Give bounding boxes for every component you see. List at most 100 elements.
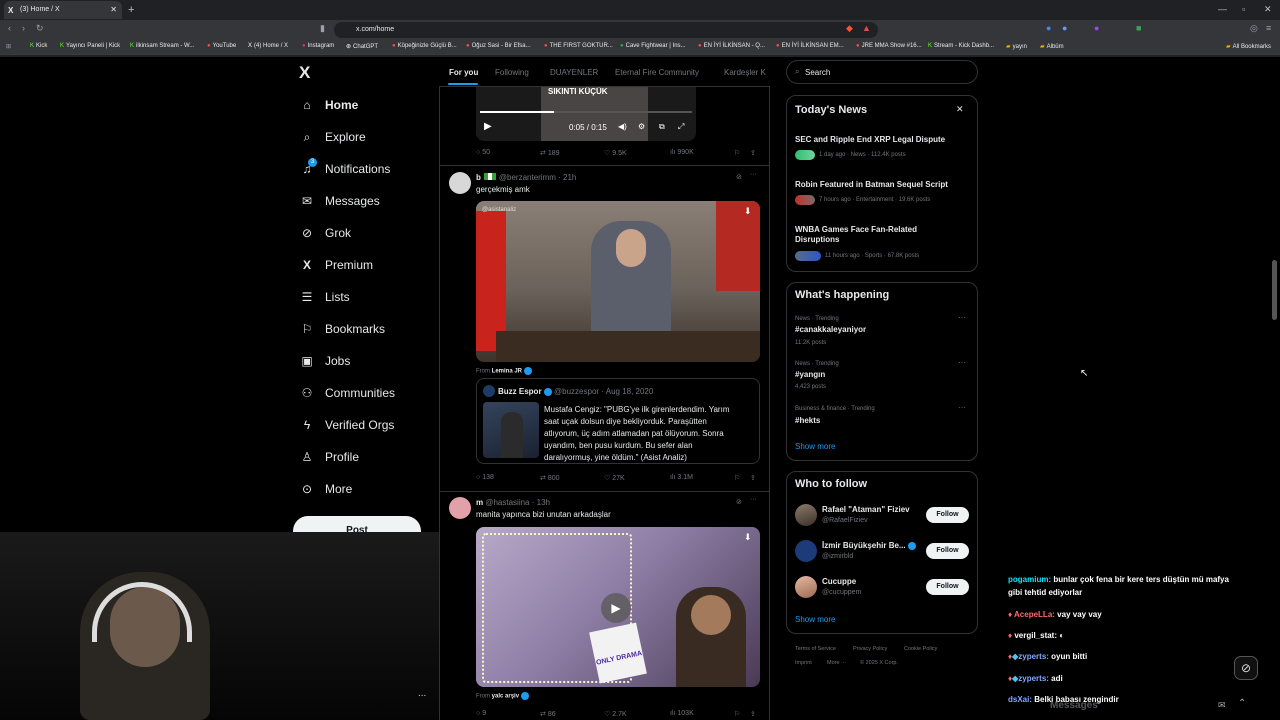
- view-count[interactable]: ılı 103K: [670, 710, 694, 717]
- fullscreen-icon[interactable]: ⤢: [678, 122, 684, 132]
- avatar[interactable]: [449, 497, 471, 519]
- grok-button[interactable]: ⊘: [1234, 656, 1258, 680]
- brave-shield-icon[interactable]: ◆: [846, 23, 853, 34]
- news-title[interactable]: WNBA Games Face Fan-Related Disruptions: [795, 225, 955, 245]
- nav-notifications[interactable]: ♫ 3 Notifications: [300, 158, 390, 179]
- bookmark-item[interactable]: ● EN İYİ İLKİNSAN - Q...: [698, 43, 765, 49]
- bookmark-item[interactable]: ● JRE MMA Show #16...: [856, 43, 922, 49]
- follow-button[interactable]: Follow: [926, 579, 969, 595]
- reload-icon[interactable]: ↻: [36, 23, 44, 34]
- share-icon[interactable]: ⇪: [750, 710, 756, 718]
- tab-for-you[interactable]: For you: [449, 68, 478, 77]
- extension-icon[interactable]: ●: [1046, 23, 1051, 33]
- quoted-thumbnail[interactable]: [483, 402, 539, 458]
- apps-icon[interactable]: ⊞: [6, 43, 11, 50]
- repost-count[interactable]: ⇄ 800: [540, 474, 560, 482]
- tweet-author[interactable]: m @hastasiina · 13h: [476, 498, 550, 507]
- close-icon[interactable]: ✕: [956, 104, 964, 115]
- like-count[interactable]: ♡ 27K: [604, 474, 625, 482]
- avatar[interactable]: [795, 504, 817, 526]
- bookmark-folder[interactable]: ▰ Albüm: [1040, 43, 1064, 50]
- address-bar[interactable]: x.com/home: [334, 22, 878, 38]
- play-icon[interactable]: ▶: [601, 593, 631, 623]
- bookmark-item[interactable]: ● Cave Fightwear | Ins...: [620, 43, 686, 49]
- bookmark-item[interactable]: ● Köpeğinizle Güçlü B...: [392, 43, 457, 49]
- footer-link[interactable]: Cookie Policy: [904, 646, 937, 652]
- compose-message-icon[interactable]: ✉: [1218, 700, 1226, 711]
- bookmark-icon[interactable]: ⚐: [734, 710, 740, 718]
- quoted-author[interactable]: Buzz Espor @buzzespor · Aug 18, 2020: [498, 387, 653, 396]
- more-dots-icon[interactable]: ...: [418, 688, 426, 699]
- back-icon[interactable]: ‹: [8, 23, 11, 33]
- nav-messages[interactable]: ✉ Messages: [300, 191, 380, 211]
- messages-drawer-title[interactable]: Messages: [1050, 700, 1098, 711]
- nav-bookmarks[interactable]: ⚐ Bookmarks: [300, 319, 385, 339]
- trend-tag[interactable]: #yangın: [795, 370, 955, 380]
- tweet-image[interactable]: @asistanaliz ⬇: [476, 201, 760, 362]
- reply-count[interactable]: ○ 138: [476, 474, 494, 481]
- bookmark-item[interactable]: ● Oğuz Sasi - Bir Efsa...: [466, 43, 531, 49]
- tab-kardesler[interactable]: Kardeşler K: [724, 68, 766, 77]
- bookmark-item[interactable]: Kilkinsam Stream - W...: [130, 43, 194, 49]
- tab-duayenler[interactable]: DUAYENLER: [550, 68, 598, 77]
- bookmark-item[interactable]: ● EN İYİ İLKİNSAN EM...: [776, 43, 844, 49]
- browser-tab[interactable]: X (3) Home / X ✕: [4, 1, 122, 19]
- wallet-icon[interactable]: ◎: [1250, 23, 1258, 34]
- footer-link[interactable]: More ···: [827, 660, 847, 666]
- bookmark-item[interactable]: K Yayıncı Paneli | Kick: [60, 43, 120, 49]
- tab-following[interactable]: Following: [495, 68, 529, 77]
- nav-home[interactable]: ⌂ Home: [300, 95, 358, 115]
- follow-button[interactable]: Follow: [926, 543, 969, 559]
- share-icon[interactable]: ⇪: [750, 474, 756, 482]
- news-title[interactable]: SEC and Ripple End XRP Legal Dispute: [795, 135, 955, 145]
- avatar[interactable]: [483, 385, 495, 397]
- view-count[interactable]: ılı 990K: [670, 149, 694, 156]
- menu-icon[interactable]: ≡: [1266, 23, 1271, 33]
- more-options-icon[interactable]: ···: [958, 358, 966, 367]
- download-icon[interactable]: ⬇: [744, 206, 752, 217]
- avatar[interactable]: [449, 172, 471, 194]
- avatar[interactable]: [795, 576, 817, 598]
- nav-grok[interactable]: ⊘ Grok: [300, 223, 351, 243]
- close-window-icon[interactable]: ✕: [1264, 4, 1272, 15]
- extension-icon[interactable]: ■: [1136, 23, 1141, 33]
- footer-link[interactable]: Terms of Service: [795, 646, 836, 652]
- settings-icon[interactable]: ⚙: [638, 122, 645, 131]
- bookmark-folder[interactable]: ▰ yayın: [1006, 43, 1027, 50]
- grok-icon[interactable]: ⊘: [736, 173, 742, 181]
- minimize-icon[interactable]: —: [1218, 4, 1227, 14]
- close-tab-icon[interactable]: ✕: [110, 5, 117, 14]
- view-count[interactable]: ılı 3.1M: [670, 474, 693, 481]
- search-input[interactable]: ⌕ Search: [786, 60, 978, 84]
- footer-link[interactable]: Imprint: [795, 660, 812, 666]
- repost-count[interactable]: ⇄ 189: [540, 149, 560, 157]
- more-options-icon[interactable]: ···: [958, 403, 966, 412]
- trend-tag[interactable]: #canakkaleyaniyor: [795, 325, 955, 335]
- tweet-video[interactable]: ONLY DRAMA ▶ ⬇: [476, 527, 760, 687]
- pip-icon[interactable]: ⧉: [659, 122, 665, 132]
- bookmark-item[interactable]: K Kick: [30, 43, 47, 49]
- bookmark-item[interactable]: ● YouTube: [207, 43, 236, 49]
- more-options-icon[interactable]: ···: [958, 313, 966, 322]
- play-icon[interactable]: ▶: [484, 121, 492, 132]
- nav-jobs[interactable]: ▣ Jobs: [300, 351, 350, 371]
- extension-icon[interactable]: ●: [1094, 23, 1099, 33]
- all-bookmarks[interactable]: ▰ All Bookmarks: [1226, 43, 1271, 50]
- avatar[interactable]: [795, 540, 817, 562]
- nav-communities[interactable]: ⚇ Communities: [300, 383, 395, 403]
- nav-explore[interactable]: ⌕ Explore: [300, 127, 366, 147]
- new-tab-icon[interactable]: +: [128, 4, 134, 16]
- nav-more[interactable]: ⊙ More: [300, 479, 352, 499]
- bookmark-item[interactable]: ⊛ ChatGPT: [346, 43, 378, 50]
- more-options-icon[interactable]: ···: [750, 171, 757, 178]
- bookmark-item[interactable]: ● Instagram: [302, 43, 334, 49]
- reply-count[interactable]: ○ 50: [476, 149, 490, 156]
- follow-button[interactable]: Follow: [926, 507, 969, 523]
- like-count[interactable]: ♡ 9.5K: [604, 149, 627, 157]
- share-icon[interactable]: ⇪: [750, 149, 756, 157]
- show-more-link[interactable]: Show more: [795, 615, 835, 624]
- footer-link[interactable]: Privacy Policy: [853, 646, 887, 652]
- brave-rewards-icon[interactable]: ▲: [862, 23, 871, 33]
- page-scrollbar[interactable]: [1272, 260, 1277, 320]
- bookmark-page-icon[interactable]: ▮: [320, 23, 325, 34]
